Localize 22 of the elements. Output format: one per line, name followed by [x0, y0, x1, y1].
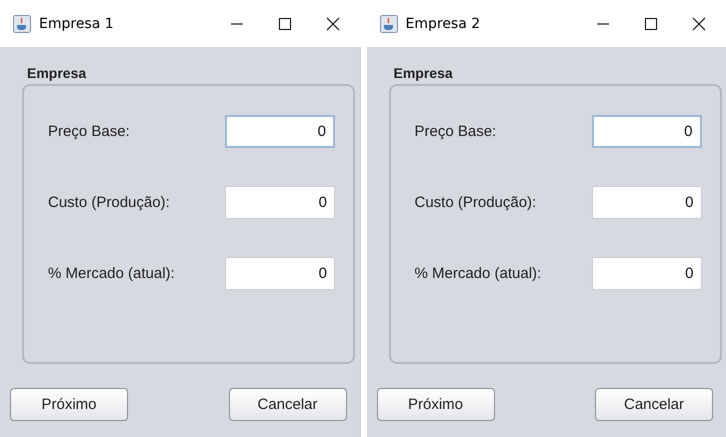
field-label: Custo (Produção):	[414, 194, 536, 211]
field-label: Preço Base:	[48, 123, 130, 140]
window-title: Empresa 1	[39, 16, 114, 32]
field-label: % Mercado (atual):	[48, 265, 175, 282]
dialog-button[interactable]: Próximo	[376, 388, 494, 421]
app-icon	[380, 14, 398, 32]
dialog-button[interactable]: Cancelar	[228, 388, 346, 421]
input-field[interactable]: 0	[225, 186, 335, 219]
group-title: Empresa	[394, 65, 454, 81]
input-field[interactable]: 0	[225, 115, 335, 148]
app-icon	[13, 14, 31, 32]
input-field[interactable]: 0	[592, 186, 702, 219]
field-label: Custo (Produção):	[48, 194, 170, 211]
group-title: Empresa	[27, 65, 88, 81]
window-title: Empresa 2	[406, 16, 480, 32]
input-field[interactable]: 0	[592, 115, 702, 148]
dialog-button[interactable]: Cancelar	[595, 388, 713, 421]
field-label: % Mercado (atual):	[414, 265, 542, 282]
field-label: Preço Base:	[414, 123, 496, 140]
input-field[interactable]: 0	[225, 257, 335, 290]
dialog-button[interactable]: Próximo	[10, 388, 128, 421]
input-field[interactable]: 0	[592, 257, 702, 290]
